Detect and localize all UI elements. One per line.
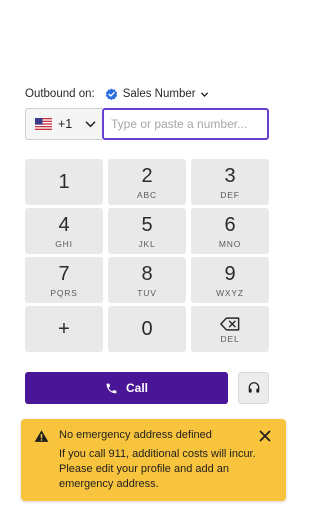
- key-plus[interactable]: +: [25, 306, 103, 352]
- key-letters: TUV: [137, 287, 157, 298]
- key-digit: 8: [141, 262, 153, 285]
- delete-key[interactable]: DEL: [191, 306, 269, 352]
- key-digit: 5: [141, 213, 153, 236]
- key-letters: DEL: [220, 333, 240, 344]
- key-0[interactable]: 0: [108, 306, 186, 352]
- key-letters: JKL: [138, 238, 156, 249]
- call-button[interactable]: Call: [25, 372, 228, 404]
- key-letters: ABC: [137, 189, 157, 200]
- us-flag-icon: [35, 118, 52, 130]
- close-icon[interactable]: [257, 428, 273, 444]
- check-badge-icon: [105, 87, 118, 101]
- headset-button[interactable]: [238, 372, 269, 404]
- key-2[interactable]: 2 ABC: [108, 159, 186, 205]
- emergency-address-alert: No emergency address defined If you call…: [21, 419, 286, 501]
- outbound-selector: Outbound on: Sales Number: [25, 86, 209, 102]
- key-digit: 0: [141, 318, 153, 340]
- key-digit: 7: [58, 262, 70, 285]
- key-6[interactable]: 6 MNO: [191, 208, 269, 254]
- chevron-down-icon[interactable]: [200, 90, 209, 99]
- key-digit: 1: [58, 171, 70, 193]
- key-letters: WXYZ: [216, 287, 244, 298]
- key-digit: 4: [58, 213, 70, 236]
- key-7[interactable]: 7 PQRS: [25, 257, 103, 303]
- country-code: +1: [58, 117, 73, 131]
- alert-title: No emergency address defined: [59, 429, 212, 441]
- key-letters: GHI: [55, 238, 73, 249]
- key-letters: DEF: [220, 189, 240, 200]
- key-digit: 3: [224, 164, 236, 187]
- key-5[interactable]: 5 JKL: [108, 208, 186, 254]
- headset-icon: [247, 381, 261, 395]
- key-digit: 6: [224, 213, 236, 236]
- alert-message: If you call 911, additional costs will i…: [59, 448, 256, 490]
- backspace-icon: [220, 316, 240, 331]
- chevron-down-icon: [85, 120, 96, 128]
- key-letters: MNO: [218, 238, 242, 249]
- key-1[interactable]: 1: [25, 159, 103, 205]
- key-digit: 2: [141, 164, 153, 187]
- phone-number-input[interactable]: [102, 108, 269, 140]
- dial-pad: 1 2 ABC 3 DEF 4 GHI 5 JKL 6 MNO 7 PQRS 8…: [25, 159, 269, 352]
- phone-entry: +1: [25, 108, 269, 140]
- key-letters: PQRS: [50, 287, 78, 298]
- key-8[interactable]: 8 TUV: [108, 257, 186, 303]
- outbound-label: Outbound on:: [25, 88, 95, 100]
- call-label: Call: [125, 381, 148, 395]
- phone-icon: [105, 382, 118, 395]
- key-4[interactable]: 4 GHI: [25, 208, 103, 254]
- outbound-number-dropdown[interactable]: Sales Number: [123, 88, 196, 100]
- country-code-selector[interactable]: +1: [25, 108, 102, 140]
- key-digit: 9: [224, 262, 236, 285]
- warning-icon: [34, 429, 49, 443]
- key-9[interactable]: 9 WXYZ: [191, 257, 269, 303]
- key-3[interactable]: 3 DEF: [191, 159, 269, 205]
- key-digit: +: [58, 318, 70, 340]
